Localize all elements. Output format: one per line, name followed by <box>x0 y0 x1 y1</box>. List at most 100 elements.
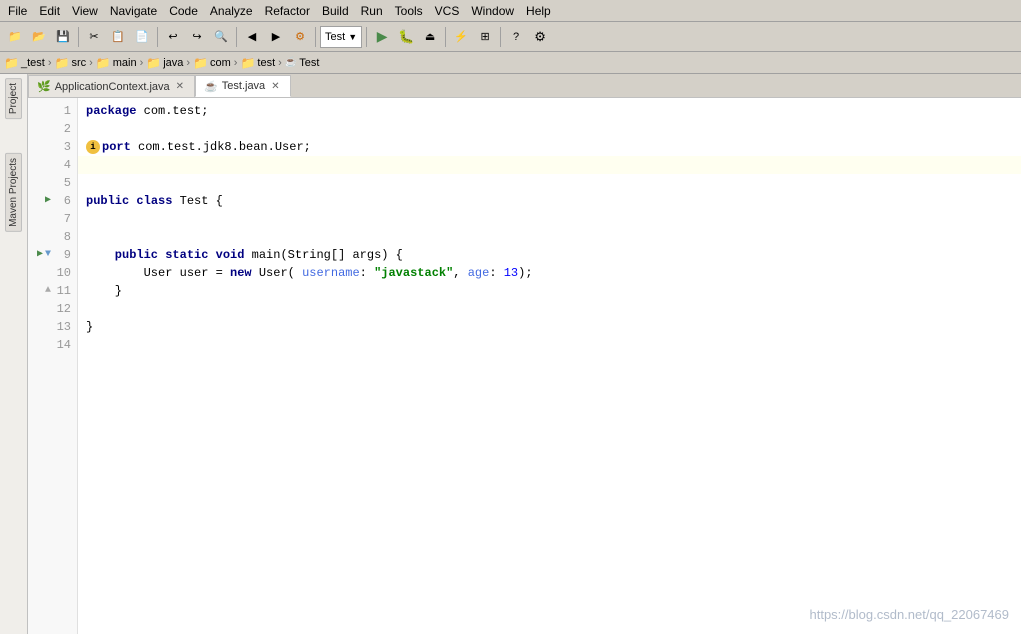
menu-vcs[interactable]: VCS <box>429 2 466 20</box>
code-line-10: User user = new User( username: "javasta… <box>78 264 1021 282</box>
line-num-12: 12 <box>28 300 77 318</box>
help-button[interactable]: ? <box>505 26 527 48</box>
line-num-4: 4 <box>28 156 77 174</box>
kw-static: static <box>165 246 208 264</box>
fold-gutter-11[interactable]: ▲ <box>45 282 51 300</box>
toolbar-open[interactable]: 📂 <box>28 26 50 48</box>
code-line-3: iport com.test.jdk8.bean.User; <box>78 138 1021 156</box>
sidebar-tab-maven[interactable]: Maven Projects <box>5 153 22 232</box>
close-icon-testjava[interactable]: ✕ <box>269 81 281 92</box>
toolbar-new-project[interactable]: 📁 <box>4 26 26 48</box>
line-num-14: 14 <box>28 336 77 354</box>
toolbar-sep-2 <box>157 27 158 47</box>
line-num-10: 10 <box>28 264 77 282</box>
breadcrumb-test[interactable]: 📁 test <box>240 56 275 70</box>
toolbar-copy[interactable]: 📋 <box>107 26 129 48</box>
kw-public-9: public <box>86 246 158 264</box>
breadcrumb-sep5: › <box>234 57 238 69</box>
breadcrumb: 📁 _test › 📁 src › 📁 main › 📁 java › 📁 co… <box>0 52 1021 74</box>
breadcrumb-root-label: _test <box>21 57 45 69</box>
menu-bar: File Edit View Navigate Code Analyze Ref… <box>0 0 1021 22</box>
folder-icon-6: 📁 <box>240 56 255 70</box>
line-numbers: 1 2 3 4 5 ▶ 6 <box>28 98 78 634</box>
menu-tools[interactable]: Tools <box>389 2 429 20</box>
toolbar-sep-6 <box>445 27 446 47</box>
close-icon-applicationcontext[interactable]: ✕ <box>174 81 186 92</box>
run-button[interactable]: ▶ <box>371 26 393 48</box>
breadcrumb-class[interactable]: ☕ Test <box>285 57 320 69</box>
tab-bar: 🌿 ApplicationContext.java ✕ ☕ Test.java … <box>28 74 1021 98</box>
num-13: 13 <box>504 264 518 282</box>
coverage-button[interactable]: ⏏ <box>419 26 441 48</box>
tab-testjava[interactable]: ☕ Test.java ✕ <box>195 75 291 97</box>
debug-button[interactable]: 🐛 <box>395 26 417 48</box>
editor-area: 🌿 ApplicationContext.java ✕ ☕ Test.java … <box>28 74 1021 634</box>
toolbar-sep-3 <box>236 27 237 47</box>
menu-navigate[interactable]: Navigate <box>104 2 163 20</box>
breadcrumb-src[interactable]: 📁 src <box>54 56 86 70</box>
menu-run[interactable]: Run <box>355 2 389 20</box>
folder-icon-5: 📁 <box>193 56 208 70</box>
menu-view[interactable]: View <box>66 2 104 20</box>
toolbar-forward[interactable]: ▶ <box>265 26 287 48</box>
folder-icon-3: 📁 <box>96 56 111 70</box>
menu-edit[interactable]: Edit <box>33 2 66 20</box>
java-file-icon: ☕ <box>285 57 297 68</box>
toolbar-sep-1 <box>78 27 79 47</box>
code-line-7 <box>78 210 1021 228</box>
breadcrumb-root[interactable]: 📁 _test <box>4 56 45 70</box>
line-num-9: ▶ ▼ 9 <box>28 246 77 264</box>
toolbar-build2[interactable]: ⚙ <box>289 26 311 48</box>
kw-void: void <box>216 246 245 264</box>
menu-help[interactable]: Help <box>520 2 557 20</box>
fold-gutter-9[interactable]: ▼ <box>45 246 51 264</box>
param-age: age <box>468 264 490 282</box>
sdk-button[interactable]: ⚡ <box>450 26 472 48</box>
java-tab-icon: ☕ <box>204 80 218 93</box>
settings-button[interactable]: ⚙ <box>529 26 551 48</box>
kw-new: new <box>230 264 252 282</box>
menu-window[interactable]: Window <box>465 2 520 20</box>
toolbar-back[interactable]: ◀ <box>241 26 263 48</box>
code-editor: 1 2 3 4 5 ▶ 6 <box>28 98 1021 634</box>
menu-build[interactable]: Build <box>316 2 355 20</box>
menu-analyze[interactable]: Analyze <box>204 2 259 20</box>
tab-label-testjava: Test.java <box>222 80 265 92</box>
code-line-12 <box>78 300 1021 318</box>
toolbar-redo[interactable]: ↪ <box>186 26 208 48</box>
structure-button[interactable]: ⊞ <box>474 26 496 48</box>
sidebar-tab-project[interactable]: Project <box>5 78 22 119</box>
kw-package: package <box>86 102 136 120</box>
breadcrumb-java[interactable]: 📁 java <box>146 56 183 70</box>
breadcrumb-sep3: › <box>140 57 144 69</box>
code-line-8 <box>78 228 1021 246</box>
toolbar-save[interactable]: 💾 <box>52 26 74 48</box>
toolbar-undo[interactable]: ↩ <box>162 26 184 48</box>
code-line-5 <box>78 174 1021 192</box>
code-line-6: public class Test { <box>78 192 1021 210</box>
breadcrumb-com[interactable]: 📁 com <box>193 56 231 70</box>
line-num-11: ▲ 11 <box>28 282 77 300</box>
menu-refactor[interactable]: Refactor <box>259 2 316 20</box>
menu-file[interactable]: File <box>2 2 33 20</box>
line-num-6: ▶ 6 <box>28 192 77 210</box>
menu-code[interactable]: Code <box>163 2 204 20</box>
code-line-1: package com.test; <box>78 102 1021 120</box>
breadcrumb-sep6: › <box>278 57 282 69</box>
tab-applicationcontext[interactable]: 🌿 ApplicationContext.java ✕ <box>28 75 195 97</box>
run-config-label: Test <box>325 31 345 43</box>
breadcrumb-sep: › <box>48 57 52 69</box>
code-content[interactable]: package com.test; iport com.test.jdk8.be… <box>78 98 1021 634</box>
breadcrumb-main[interactable]: 📁 main <box>96 56 137 70</box>
toolbar-cut[interactable]: ✂ <box>83 26 105 48</box>
toolbar-paste[interactable]: 📄 <box>131 26 153 48</box>
line-num-5: 5 <box>28 174 77 192</box>
toolbar-sep-5 <box>366 27 367 47</box>
run-gutter-9[interactable]: ▶ <box>37 246 43 264</box>
import-icon: i <box>86 140 100 154</box>
line-num-2: 2 <box>28 120 77 138</box>
kw-port: port <box>102 138 131 156</box>
run-gutter-6[interactable]: ▶ <box>45 192 51 210</box>
toolbar-find[interactable]: 🔍 <box>210 26 232 48</box>
run-config-dropdown[interactable]: Test ▼ <box>320 26 362 48</box>
